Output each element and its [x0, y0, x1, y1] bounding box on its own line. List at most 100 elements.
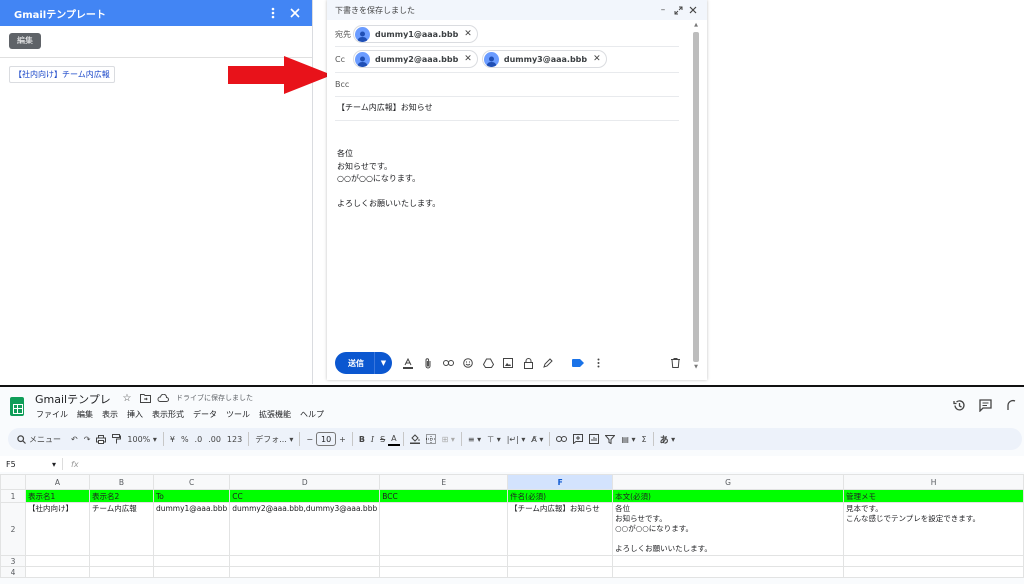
text-wrap-icon[interactable]: |↵| ▾ — [504, 430, 529, 448]
merge-cells-icon[interactable]: ⊞ ▾ — [439, 430, 458, 448]
cell[interactable]: 件名(必須) — [507, 489, 614, 503]
input-tools-button[interactable]: あ ▾ — [657, 430, 679, 448]
menu-format[interactable]: 表示形式 — [152, 409, 184, 420]
history-icon[interactable] — [946, 397, 972, 413]
row-header[interactable]: 3 — [0, 555, 26, 567]
remove-recipient-icon[interactable]: ✕ — [593, 54, 601, 64]
row-header[interactable]: 1 — [0, 489, 26, 503]
cc-field[interactable]: Cc dummy2@aaa.bbb ✕ dummy3@aaa.bbb ✕ — [335, 48, 611, 70]
paint-format-icon[interactable] — [109, 430, 124, 448]
minimize-icon[interactable]: – — [657, 4, 669, 16]
font-size-increase-icon[interactable]: + — [336, 430, 349, 448]
cell[interactable] — [843, 555, 1024, 567]
menu-help[interactable]: ヘルプ — [300, 409, 324, 420]
cell[interactable] — [229, 566, 381, 578]
functions-icon[interactable]: Σ — [639, 430, 650, 448]
cell[interactable]: 各位 お知らせです。 ○○が○○になります。 よろしくお願いいたします。 — [612, 502, 845, 556]
font-size-input[interactable]: 10 — [316, 432, 337, 446]
expand-icon[interactable] — [672, 4, 684, 16]
cell[interactable]: dummy1@aaa.bbb — [152, 502, 231, 556]
name-box[interactable]: F5 ▾ — [0, 460, 62, 469]
bcc-field[interactable]: Bcc — [335, 76, 353, 92]
cell[interactable] — [507, 555, 614, 567]
more-formats[interactable]: 123 — [224, 430, 245, 448]
column-header[interactable]: F — [507, 474, 614, 490]
subject-field[interactable]: 【チーム内広報】お知らせ — [337, 102, 433, 113]
menu-insert[interactable]: 挿入 — [127, 409, 143, 420]
cell[interactable] — [152, 555, 231, 567]
insert-chart-icon[interactable] — [586, 430, 602, 448]
sheets-logo-icon[interactable] — [10, 397, 24, 416]
italic-icon[interactable]: I — [368, 430, 377, 448]
filter-views-icon[interactable]: ▤ ▾ — [618, 430, 638, 448]
menu-data[interactable]: データ — [193, 409, 217, 420]
move-folder-icon[interactable] — [138, 392, 152, 404]
cell[interactable]: BCC — [379, 489, 509, 503]
label-icon[interactable] — [568, 353, 588, 373]
print-icon[interactable] — [93, 430, 109, 448]
close-icon[interactable] — [288, 6, 302, 20]
menu-extensions[interactable]: 拡張機能 — [259, 409, 291, 420]
column-header[interactable]: G — [612, 474, 845, 490]
search-menus[interactable]: メニュー — [14, 430, 64, 448]
attach-icon[interactable] — [418, 353, 438, 373]
column-header[interactable]: D — [229, 474, 381, 490]
menu-edit[interactable]: 編集 — [77, 409, 93, 420]
column-header[interactable]: A — [24, 474, 90, 490]
cell[interactable] — [88, 555, 154, 567]
redo-icon[interactable]: ↷ — [81, 430, 94, 448]
cell[interactable]: 【チーム内広報】お知らせ — [507, 502, 614, 556]
text-rotation-icon[interactable]: A̸ ▾ — [528, 430, 546, 448]
cell[interactable] — [843, 566, 1024, 578]
cell[interactable] — [88, 566, 154, 578]
menu-view[interactable]: 表示 — [102, 409, 118, 420]
cell[interactable] — [152, 566, 231, 578]
font-size-decrease-icon[interactable]: − — [303, 430, 316, 448]
photo-icon[interactable] — [498, 353, 518, 373]
fill-color-icon[interactable] — [407, 430, 423, 448]
cloud-saved-icon[interactable] — [156, 392, 170, 404]
cell[interactable] — [612, 566, 845, 578]
column-header[interactable]: B — [88, 474, 154, 490]
recipient-chip[interactable]: dummy2@aaa.bbb ✕ — [353, 50, 478, 68]
column-header[interactable]: H — [843, 474, 1024, 490]
row-header[interactable]: 4 — [0, 566, 26, 578]
meet-icon[interactable] — [998, 397, 1024, 413]
horizontal-align-icon[interactable]: ≡ ▾ — [465, 430, 484, 448]
insert-link-icon[interactable] — [553, 430, 570, 448]
cell[interactable] — [379, 502, 509, 556]
link-icon[interactable] — [438, 353, 458, 373]
percent-format[interactable]: % — [178, 430, 192, 448]
cell[interactable] — [507, 566, 614, 578]
send-options-icon[interactable]: ▼ — [374, 352, 392, 374]
edit-button[interactable]: 編集 — [9, 33, 41, 49]
cell[interactable]: CC — [229, 489, 381, 503]
borders-icon[interactable] — [423, 430, 439, 448]
drive-icon[interactable] — [478, 353, 498, 373]
scrollbar[interactable] — [693, 32, 699, 362]
decrease-decimal[interactable]: .0 — [192, 430, 206, 448]
vertical-align-icon[interactable]: ⊤ ▾ — [484, 430, 504, 448]
cell[interactable]: 見本です。 こんな感じでテンプレを設定できます。 — [843, 502, 1024, 556]
menu-tools[interactable]: ツール — [226, 409, 250, 420]
recipient-chip[interactable]: dummy3@aaa.bbb ✕ — [481, 50, 607, 68]
message-body[interactable]: 各位 お知らせです。 ○○が○○になります。 よろしくお願いいたします。 — [337, 148, 440, 211]
close-icon[interactable] — [687, 4, 699, 16]
cell[interactable] — [24, 566, 90, 578]
bold-icon[interactable]: B — [356, 430, 368, 448]
more-vert-icon[interactable] — [266, 6, 280, 20]
column-header[interactable]: E — [379, 474, 509, 490]
select-all-corner[interactable] — [0, 474, 26, 490]
format-text-icon[interactable] — [398, 353, 418, 373]
insert-comment-icon[interactable] — [570, 430, 586, 448]
signature-icon[interactable] — [538, 353, 558, 373]
document-title[interactable]: Gmailテンプレ — [35, 391, 111, 407]
cell[interactable] — [612, 555, 845, 567]
lock-icon[interactable] — [518, 353, 538, 373]
more-options-icon[interactable] — [588, 353, 608, 373]
cell[interactable]: 管理メモ — [843, 489, 1024, 503]
undo-icon[interactable]: ↶ — [68, 430, 81, 448]
currency-format[interactable]: ¥ — [167, 430, 178, 448]
strikethrough-icon[interactable]: S — [377, 430, 388, 448]
remove-recipient-icon[interactable]: ✕ — [464, 29, 472, 39]
